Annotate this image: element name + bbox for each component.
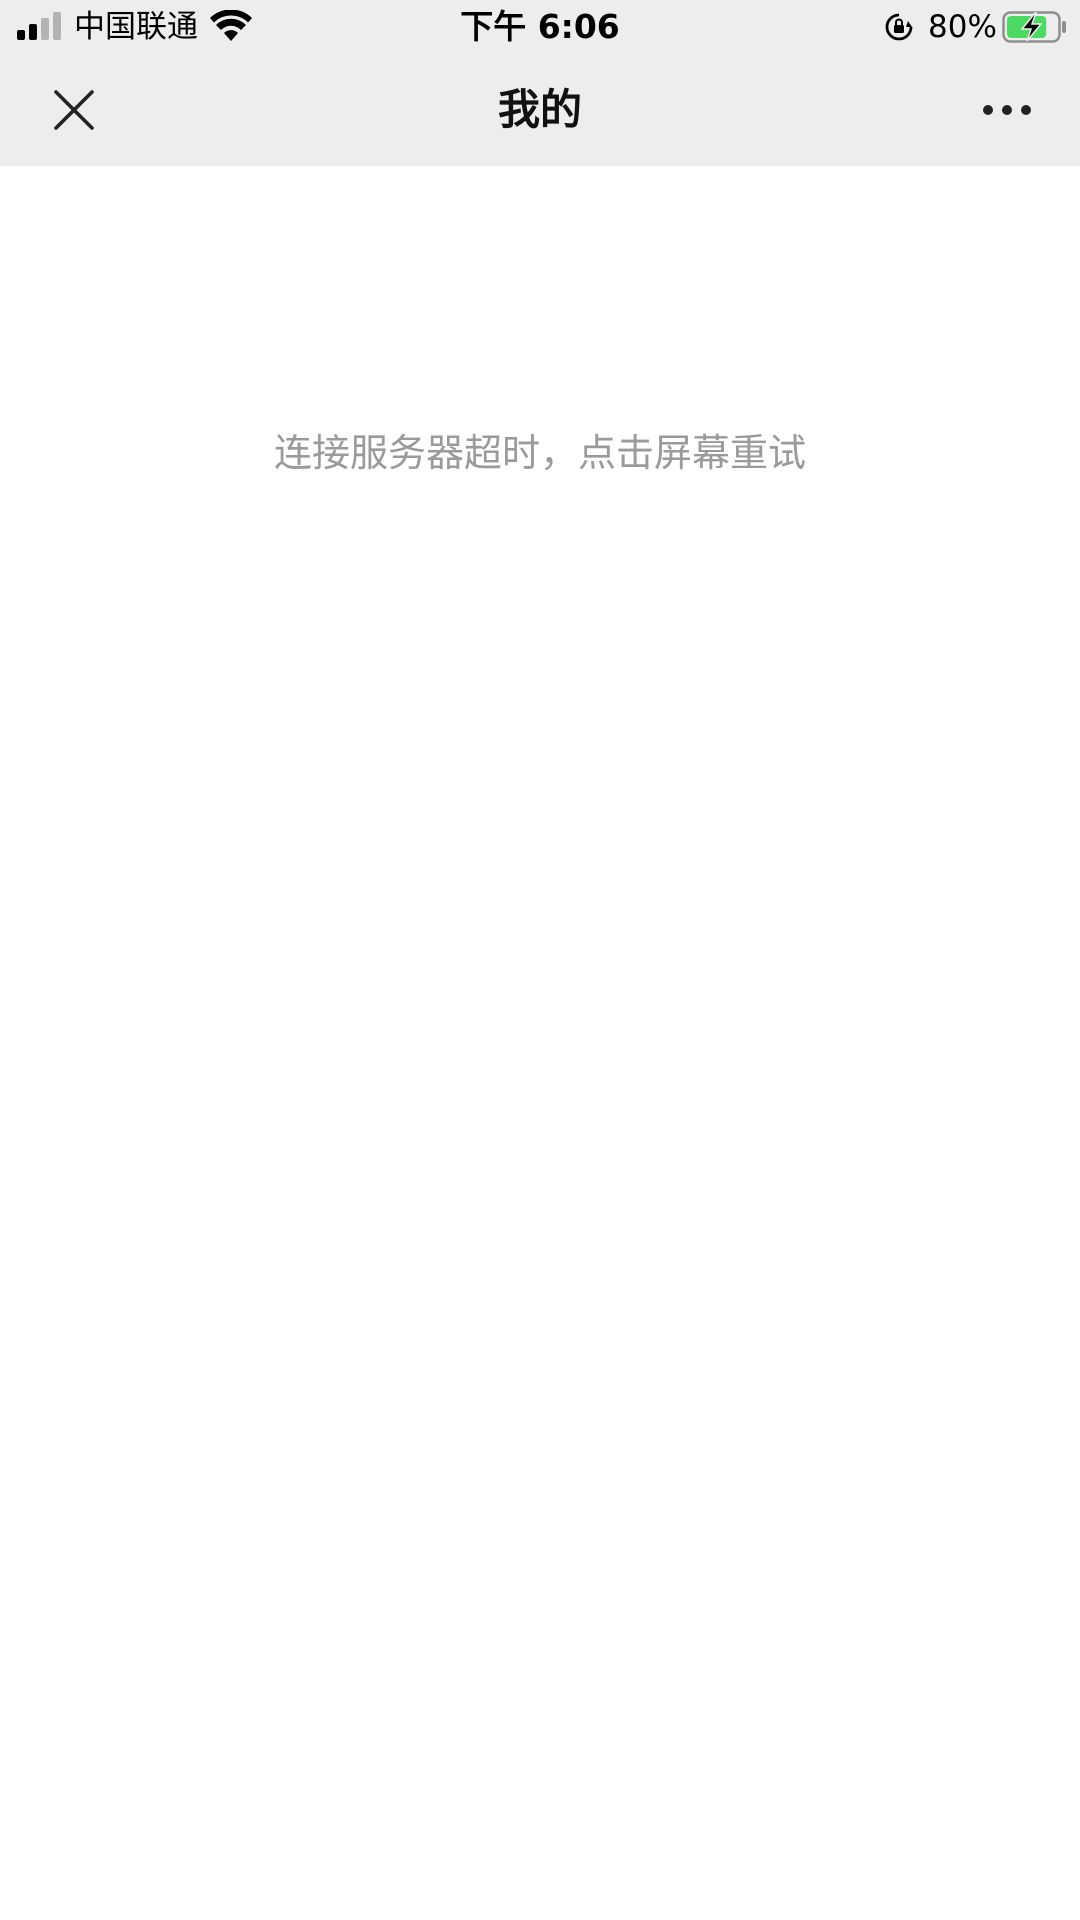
- more-icon: [983, 105, 1031, 115]
- header-area: 中国联通 下午 6:06 80% 我的: [0, 0, 1080, 166]
- status-bar: 中国联通 下午 6:06 80%: [0, 0, 1080, 54]
- nav-bar: 我的: [0, 54, 1080, 166]
- battery-charging-icon: [1002, 11, 1066, 43]
- close-button[interactable]: [40, 80, 108, 140]
- rotation-lock-icon: [885, 13, 913, 41]
- retry-area[interactable]: 连接服务器超时，点击屏幕重试: [0, 166, 1080, 1920]
- status-time: 下午 6:06: [460, 7, 620, 46]
- more-button[interactable]: [970, 80, 1044, 140]
- page-title: 我的: [497, 85, 582, 134]
- close-icon: [54, 90, 94, 130]
- timeout-message: 连接服务器超时，点击屏幕重试: [273, 431, 806, 475]
- battery-percent: 80%: [928, 9, 997, 45]
- screen: 中国联通 下午 6:06 80% 我的 连接服务器超时，点击屏幕重试: [0, 0, 1080, 1920]
